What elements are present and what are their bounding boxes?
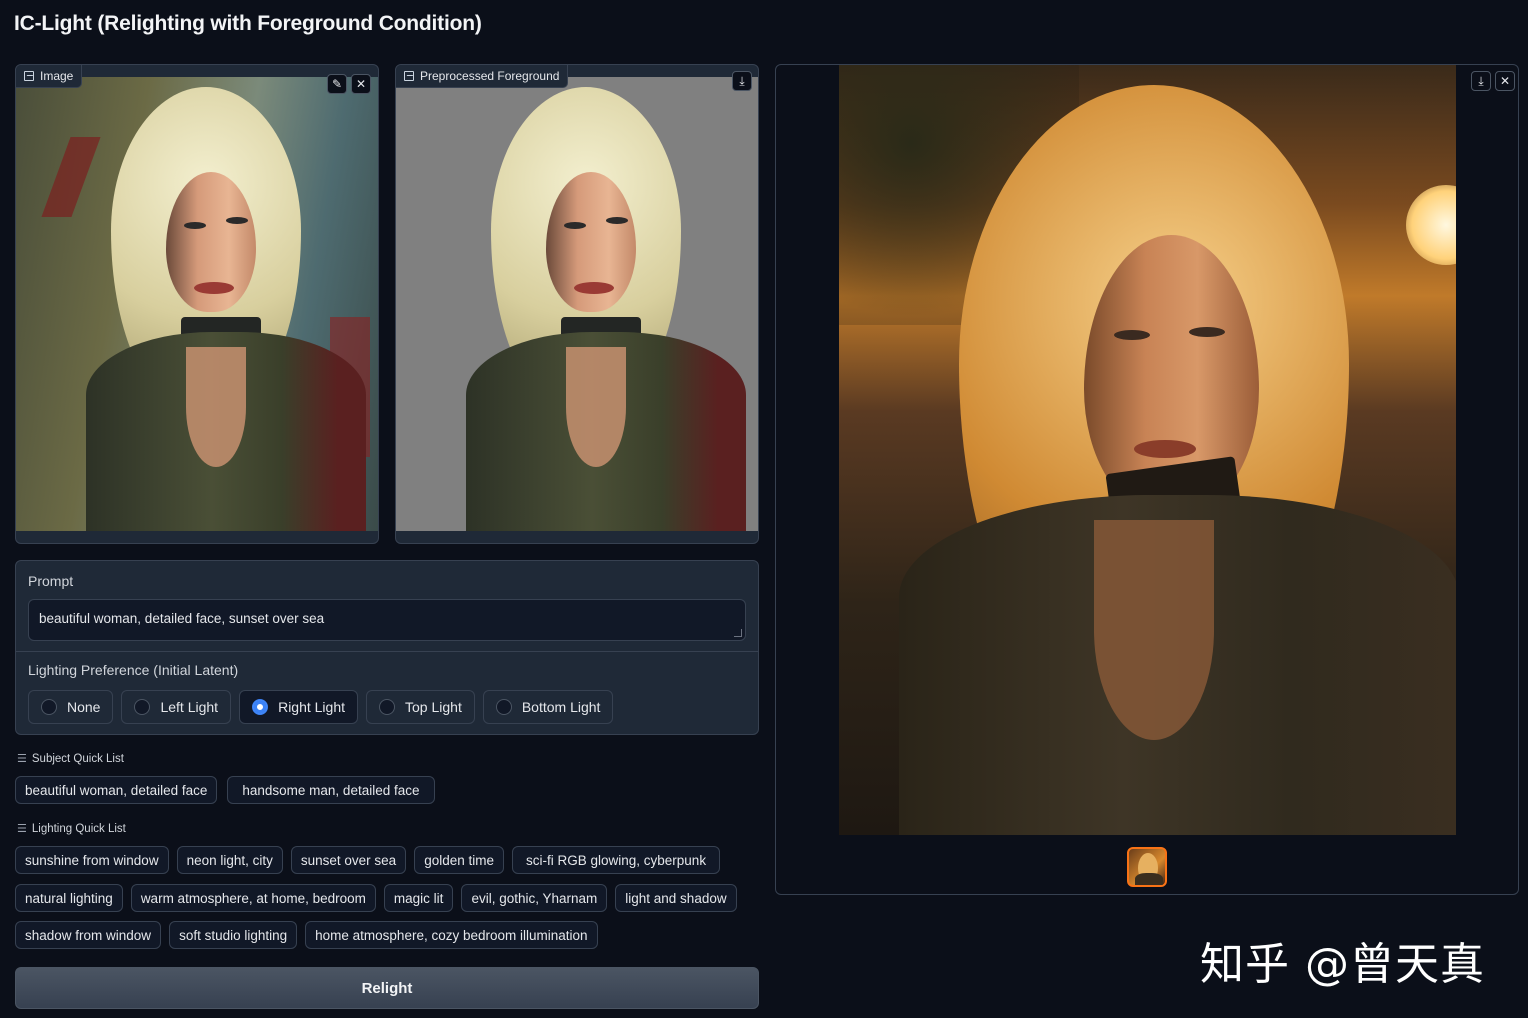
lighting-chip[interactable]: golden time xyxy=(414,846,504,874)
subject-quick-list-title-text: Subject Quick List xyxy=(31,752,124,765)
lighting-quick-list-row: natural lighting warm atmosphere, at hom… xyxy=(15,884,737,912)
prompt-input[interactable]: beautiful woman, detailed face, sunset o… xyxy=(28,599,746,641)
prompt-value: beautiful woman, detailed face, sunset o… xyxy=(39,611,325,626)
lighting-quick-list-row: sunshine from window neon light, city su… xyxy=(15,846,721,874)
radio-none[interactable]: None xyxy=(28,690,114,724)
image-input-panel[interactable]: Image ✎ ✕ xyxy=(15,64,379,544)
lighting-quick-list-title-text: Lighting Quick List xyxy=(31,822,126,835)
radio-left-light[interactable]: Left Light xyxy=(121,690,232,724)
list-icon: ☰ xyxy=(17,823,27,835)
output-gallery-panel: ⤓ ✕ xyxy=(775,64,1519,895)
image-input-label-text: Image xyxy=(40,69,74,83)
radio-checked-icon xyxy=(252,699,269,715)
download-button[interactable]: ⤓ xyxy=(732,71,752,91)
output-photo xyxy=(839,65,1456,835)
image-input-label: Image xyxy=(16,65,83,88)
relight-button[interactable]: Relight xyxy=(15,967,759,1009)
radio-label: Left Light xyxy=(160,699,219,715)
lighting-chip[interactable]: soft studio lighting xyxy=(169,921,298,949)
radio-right-light[interactable]: Right Light xyxy=(239,690,359,724)
lighting-chip[interactable]: magic lit xyxy=(383,884,454,912)
preprocessed-label-text: Preprocessed Foreground xyxy=(420,69,560,83)
radio-label: Bottom Light xyxy=(521,699,601,715)
lighting-chip[interactable]: natural lighting xyxy=(15,884,123,912)
lighting-chip[interactable]: warm atmosphere, at home, bedroom xyxy=(130,884,376,912)
image-icon xyxy=(404,71,414,81)
subject-chip[interactable]: beautiful woman, detailed face xyxy=(15,776,218,804)
prompt-panel: Prompt beautiful woman, detailed face, s… xyxy=(15,560,759,735)
list-icon: ☰ xyxy=(17,753,27,765)
radio-label: Top Light xyxy=(405,699,462,715)
watermark: 知乎 @曾天真 xyxy=(1200,939,1485,990)
radio-label: Right Light xyxy=(278,699,346,715)
lighting-preference-label: Lighting Preference (Initial Latent) xyxy=(28,662,239,678)
lighting-quick-list-title: ☰ Lighting Quick List xyxy=(17,822,126,836)
image-icon xyxy=(24,71,34,81)
prompt-label: Prompt xyxy=(28,573,74,589)
close-button[interactable]: ✕ xyxy=(1495,71,1515,91)
edit-button[interactable]: ✎ xyxy=(327,74,347,94)
input-photo xyxy=(16,77,378,531)
edit-icon: ✎ xyxy=(331,77,343,91)
close-icon: ✕ xyxy=(355,77,367,91)
clear-image-button[interactable]: ✕ xyxy=(351,74,371,94)
preprocessed-photo xyxy=(396,77,758,531)
download-icon: ⤓ xyxy=(1478,74,1484,88)
subject-quick-list: beautiful woman, detailed face handsome … xyxy=(15,776,435,804)
preprocessed-label: Preprocessed Foreground xyxy=(396,65,569,88)
radio-circle-icon xyxy=(379,699,396,715)
lighting-chip[interactable]: sunshine from window xyxy=(15,846,169,874)
lighting-chip[interactable]: evil, gothic, Yharnam xyxy=(461,884,608,912)
radio-label: None xyxy=(67,699,101,715)
lighting-chip[interactable]: sci-fi RGB glowing, cyberpunk xyxy=(512,846,721,874)
radio-circle-icon xyxy=(41,699,57,715)
radio-circle-icon xyxy=(495,699,512,715)
download-button[interactable]: ⤓ xyxy=(1471,71,1491,91)
lighting-chip[interactable]: home atmosphere, cozy bedroom illuminati… xyxy=(305,921,598,949)
subject-chip[interactable]: handsome man, detailed face xyxy=(227,776,435,804)
lighting-chip[interactable]: neon light, city xyxy=(176,846,283,874)
preprocessed-foreground-panel: Preprocessed Foreground ⤓ xyxy=(395,64,759,544)
radio-bottom-light[interactable]: Bottom Light xyxy=(482,690,614,724)
lighting-chip[interactable]: shadow from window xyxy=(15,921,162,949)
lighting-preference-radio-group: None Left Light Right Light Top Light Bo… xyxy=(28,690,614,724)
subject-quick-list-title: ☰ Subject Quick List xyxy=(17,752,124,766)
page-title: IC-Light (Relighting with Foreground Con… xyxy=(14,12,482,35)
lighting-chip[interactable]: sunset over sea xyxy=(290,846,407,874)
gallery-thumbnail[interactable] xyxy=(1127,847,1167,887)
resize-handle-icon[interactable] xyxy=(734,629,742,637)
download-icon: ⤓ xyxy=(739,74,745,88)
divider xyxy=(16,651,758,652)
lighting-chip[interactable]: light and shadow xyxy=(615,884,737,912)
close-icon: ✕ xyxy=(1499,74,1511,88)
radio-top-light[interactable]: Top Light xyxy=(366,690,475,724)
radio-circle-icon xyxy=(134,699,151,715)
lighting-quick-list-row: shadow from window soft studio lighting … xyxy=(15,921,598,949)
